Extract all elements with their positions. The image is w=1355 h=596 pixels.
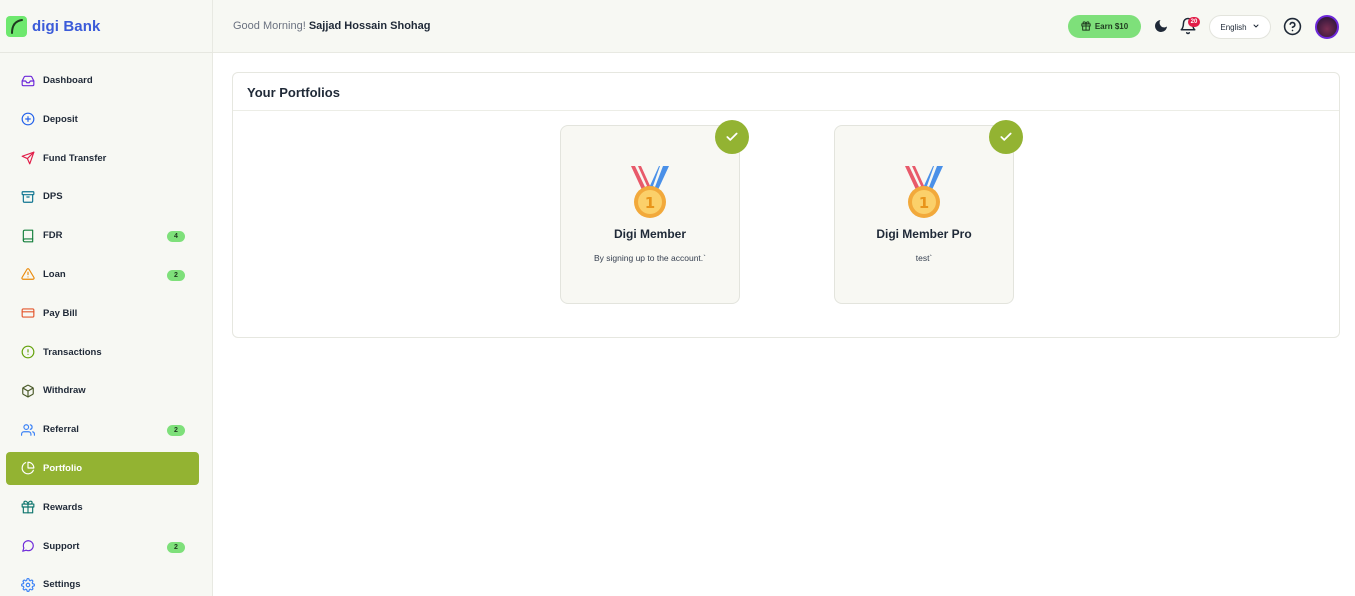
- message-circle-icon: [21, 539, 35, 553]
- portfolio-description: test`: [915, 253, 933, 263]
- alert-circle-icon: [21, 345, 35, 359]
- plus-circle-icon: [21, 112, 35, 126]
- app-logo[interactable]: digi Bank: [6, 14, 100, 38]
- warning-icon: [21, 267, 35, 281]
- user-name: Sajjad Hossain Shohag: [308, 20, 431, 32]
- sidebar-item-withdraw[interactable]: Withdraw: [6, 374, 199, 407]
- count-badge: 2: [167, 541, 185, 553]
- greeting: Good Morning! Sajjad Hossain Shohag: [233, 20, 430, 32]
- sidebar-item-label: Settings: [43, 579, 81, 591]
- sidebar-item-label: Withdraw: [43, 385, 86, 397]
- count-badge: 4: [167, 231, 185, 243]
- sidebar-item-label: Rewards: [43, 501, 83, 513]
- sidebar-item-rewards[interactable]: Rewards: [6, 491, 199, 524]
- box-icon: [21, 384, 35, 398]
- sidebar-item-label: Loan: [43, 268, 66, 280]
- pie-chart-icon: [21, 461, 35, 475]
- check-icon: [715, 120, 749, 154]
- sidebar-item-label: Deposit: [43, 113, 78, 125]
- sidebar-item-pay-bill[interactable]: Pay Bill: [6, 297, 199, 330]
- book-icon: [21, 229, 35, 243]
- sidebar-item-label: Referral: [43, 424, 79, 436]
- greeting-text: Good Morning!: [233, 20, 306, 32]
- archive-icon: [21, 190, 35, 204]
- count-badge: 2: [167, 425, 185, 437]
- portfolio-name: Digi Member: [613, 227, 686, 241]
- language-select[interactable]: English: [1209, 15, 1271, 39]
- gift-icon: [21, 500, 35, 514]
- count-badge: 2: [167, 269, 185, 281]
- sidebar-item-transactions[interactable]: Transactions: [6, 336, 199, 369]
- earn-label: Earn $10: [1094, 22, 1129, 31]
- sidebar-item-label: Support: [43, 540, 80, 552]
- gift-icon: [1081, 20, 1091, 33]
- medal-icon: 1: [901, 164, 947, 220]
- gear-icon: [21, 577, 35, 592]
- sidebar-item-dps[interactable]: DPS: [6, 180, 199, 213]
- avatar[interactable]: [1315, 15, 1339, 39]
- portfolio-card[interactable]: 1 Digi Member Pro test`: [834, 120, 1023, 304]
- sidebar-item-label: Pay Bill: [43, 307, 78, 319]
- notification-badge: 20: [1188, 17, 1200, 27]
- send-icon: [21, 151, 35, 165]
- app-name: digi Bank: [32, 17, 101, 35]
- sidebar-item-label: DPS: [43, 191, 63, 203]
- credit-card-icon: [21, 306, 35, 320]
- sidebar: digi Bank Dashboard Deposit Fund Transfe…: [0, 0, 213, 596]
- sidebar-item-label: Dashboard: [43, 75, 93, 86]
- sidebar-item-fdr[interactable]: FDR 4: [6, 219, 199, 252]
- users-icon: [21, 423, 35, 437]
- sidebar-divider: [0, 52, 213, 53]
- sidebar-item-loan[interactable]: Loan 2: [6, 258, 199, 291]
- sidebar-item-support[interactable]: Support 2: [6, 530, 199, 563]
- sidebar-item-portfolio[interactable]: Portfolio: [6, 451, 199, 485]
- moon-icon[interactable]: [1153, 18, 1169, 34]
- earn-button[interactable]: Earn $10: [1068, 15, 1141, 38]
- portfolio-card[interactable]: 1 Digi Member By signing up to the accou…: [560, 120, 749, 304]
- language-value: English: [1220, 22, 1247, 32]
- sidebar-item-label: Transactions: [43, 346, 102, 358]
- sidebar-item-fund-transfer[interactable]: Fund Transfer: [6, 142, 199, 175]
- portfolios-panel: Your Portfolios 1 Digi Member By signing…: [232, 72, 1340, 338]
- sidebar-item-label: Fund Transfer: [43, 152, 107, 164]
- sidebar-item-dashboard[interactable]: Dashboard: [6, 64, 199, 97]
- svg-text:1: 1: [919, 194, 929, 212]
- chevron-down-icon: [1252, 22, 1260, 32]
- portfolio-name: Digi Member Pro: [876, 227, 972, 241]
- portfolio-description: By signing up to the account.`: [594, 253, 706, 263]
- sidebar-item-settings[interactable]: Settings: [6, 568, 199, 596]
- sidebar-item-label: Portfolio: [43, 462, 83, 474]
- panel-divider: [233, 110, 1339, 111]
- check-icon: [989, 120, 1023, 154]
- sidebar-item-deposit[interactable]: Deposit: [6, 103, 199, 136]
- top-header: Good Morning! Sajjad Hossain Shohag Earn…: [213, 0, 1355, 53]
- svg-text:1: 1: [645, 194, 655, 212]
- medal-icon: 1: [627, 164, 673, 220]
- sidebar-nav: Dashboard Deposit Fund Transfer DPS FDR …: [6, 64, 199, 596]
- sidebar-item-label: FDR: [43, 230, 63, 242]
- sidebar-item-referral[interactable]: Referral 2: [6, 413, 199, 446]
- logo-mark-icon: [6, 15, 27, 37]
- inbox-icon: [21, 74, 35, 88]
- page-title: Your Portfolios: [247, 85, 340, 100]
- help-icon[interactable]: [1283, 17, 1302, 36]
